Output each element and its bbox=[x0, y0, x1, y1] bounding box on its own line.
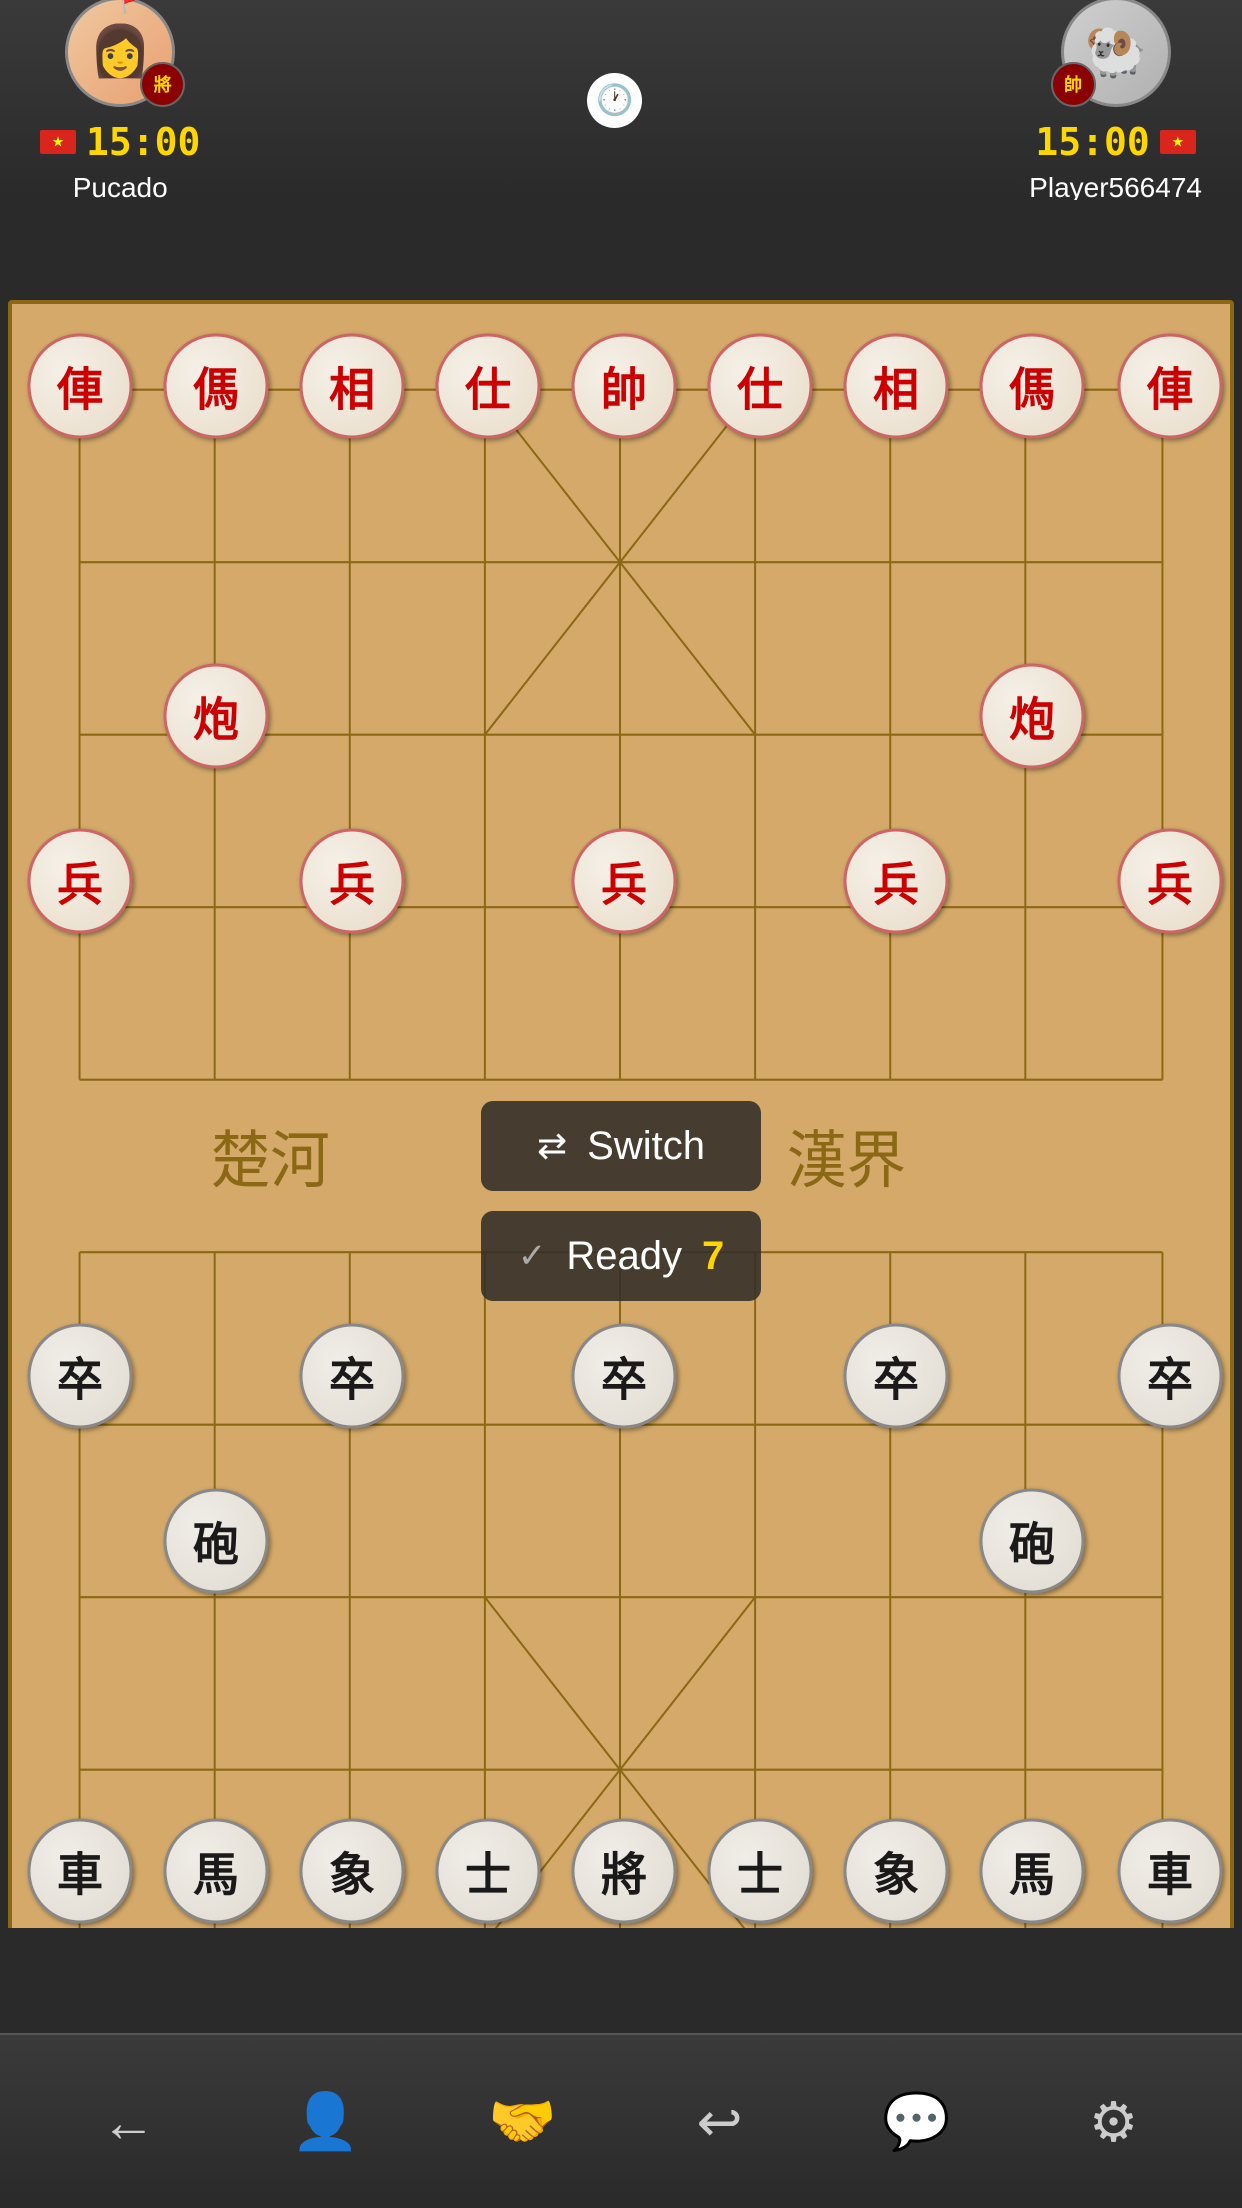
piece-black-7-9[interactable]: 馬 bbox=[980, 1819, 1085, 1924]
player1-timer: 15:00 bbox=[86, 120, 200, 164]
player1-flag: 🚩 bbox=[120, 0, 147, 15]
settings-icon: ⚙ bbox=[1089, 2090, 1138, 2154]
ready-button[interactable]: ✓ Ready 7 bbox=[481, 1211, 761, 1301]
piece-black-6-9[interactable]: 象 bbox=[844, 1819, 949, 1924]
overlay-buttons: ⇄ Switch ✓ Ready 7 bbox=[481, 1101, 761, 1301]
bottom-toolbar: ← 👤 🤝 ↩ 💬 ⚙ bbox=[0, 2033, 1242, 2208]
dark-spacer-top bbox=[0, 200, 1242, 305]
player1-info: 👩 將 🚩 15:00 Pucado bbox=[40, 0, 200, 204]
player2-name: Player566474 bbox=[1029, 172, 1202, 204]
undo-button[interactable]: ↩ bbox=[670, 2072, 770, 2172]
piece-red-4-0[interactable]: 帥 bbox=[572, 334, 677, 439]
game-board: .gridline { stroke: #8B6914; stroke-widt… bbox=[8, 300, 1234, 2033]
person-icon: 👤 bbox=[291, 2089, 359, 2154]
piece-black-1-9[interactable]: 馬 bbox=[164, 1819, 269, 1924]
ready-number: 7 bbox=[702, 1234, 724, 1279]
piece-red-3-0[interactable]: 仕 bbox=[436, 334, 541, 439]
piece-black-6-6[interactable]: 卒 bbox=[844, 1324, 949, 1429]
player2-rank-badge: 帥 bbox=[1051, 62, 1096, 107]
piece-red-6-0[interactable]: 相 bbox=[844, 334, 949, 439]
player1-vn-flag bbox=[40, 130, 76, 154]
player2-vn-flag bbox=[1160, 130, 1196, 154]
piece-black-4-9[interactable]: 將 bbox=[572, 1819, 677, 1924]
switch-label: Switch bbox=[587, 1124, 705, 1169]
chat-icon: 💬 bbox=[882, 2089, 950, 2154]
handshake-icon: 🤝 bbox=[488, 2089, 556, 2154]
piece-red-6-4[interactable]: 兵 bbox=[844, 829, 949, 934]
piece-red-2-4[interactable]: 兵 bbox=[300, 829, 405, 934]
piece-black-1-7[interactable]: 砲 bbox=[164, 1489, 269, 1594]
clock-icon: 🕐 bbox=[596, 83, 633, 118]
settings-button[interactable]: ⚙ bbox=[1064, 2072, 1164, 2172]
piece-black-0-6[interactable]: 卒 bbox=[28, 1324, 133, 1429]
piece-red-7-0[interactable]: 傌 bbox=[980, 334, 1085, 439]
switch-icon: ⇄ bbox=[537, 1125, 567, 1167]
piece-black-8-9[interactable]: 車 bbox=[1118, 1819, 1223, 1924]
player1-name: Pucado bbox=[73, 172, 168, 204]
player1-rank-badge: 將 bbox=[140, 62, 185, 107]
back-button[interactable]: ← bbox=[79, 2072, 179, 2172]
back-icon: ← bbox=[101, 2090, 156, 2154]
piece-black-7-7[interactable]: 砲 bbox=[980, 1489, 1085, 1594]
piece-black-8-6[interactable]: 卒 bbox=[1118, 1324, 1223, 1429]
person-button[interactable]: 👤 bbox=[276, 2072, 376, 2172]
piece-black-0-9[interactable]: 車 bbox=[28, 1819, 133, 1924]
piece-red-0-0[interactable]: 俥 bbox=[28, 334, 133, 439]
player2-info: 帥 🐏 15:00 Player566474 bbox=[1029, 0, 1202, 204]
chat-button[interactable]: 💬 bbox=[867, 2072, 967, 2172]
piece-black-5-9[interactable]: 士 bbox=[708, 1819, 813, 1924]
piece-black-2-6[interactable]: 卒 bbox=[300, 1324, 405, 1429]
dark-spacer-bottom bbox=[0, 1928, 1242, 2033]
piece-red-5-0[interactable]: 仕 bbox=[708, 334, 813, 439]
piece-red-1-2[interactable]: 炮 bbox=[164, 664, 269, 769]
piece-red-8-0[interactable]: 俥 bbox=[1118, 334, 1223, 439]
piece-red-0-4[interactable]: 兵 bbox=[28, 829, 133, 934]
piece-black-2-9[interactable]: 象 bbox=[300, 1819, 405, 1924]
piece-red-4-4[interactable]: 兵 bbox=[572, 829, 677, 934]
piece-red-8-4[interactable]: 兵 bbox=[1118, 829, 1223, 934]
app-container: 👩 將 🚩 15:00 Pucado 🕐 bbox=[0, 0, 1242, 2208]
piece-black-3-9[interactable]: 士 bbox=[436, 1819, 541, 1924]
piece-red-7-2[interactable]: 炮 bbox=[980, 664, 1085, 769]
svg-text:漢界: 漢界 bbox=[787, 1127, 906, 1197]
ready-icon: ✓ bbox=[518, 1236, 547, 1276]
header: 👩 將 🚩 15:00 Pucado 🕐 bbox=[0, 0, 1242, 200]
handshake-button[interactable]: 🤝 bbox=[473, 2072, 573, 2172]
piece-black-4-6[interactable]: 卒 bbox=[572, 1324, 677, 1429]
piece-red-2-0[interactable]: 相 bbox=[300, 334, 405, 439]
player2-timer: 15:00 bbox=[1035, 120, 1149, 164]
piece-red-1-0[interactable]: 傌 bbox=[164, 334, 269, 439]
switch-button[interactable]: ⇄ Switch bbox=[481, 1101, 761, 1191]
ready-label: Ready bbox=[566, 1234, 682, 1279]
clock-center: 🕐 bbox=[587, 73, 642, 128]
svg-text:楚河: 楚河 bbox=[211, 1127, 330, 1197]
undo-icon: ↩ bbox=[696, 2090, 742, 2154]
